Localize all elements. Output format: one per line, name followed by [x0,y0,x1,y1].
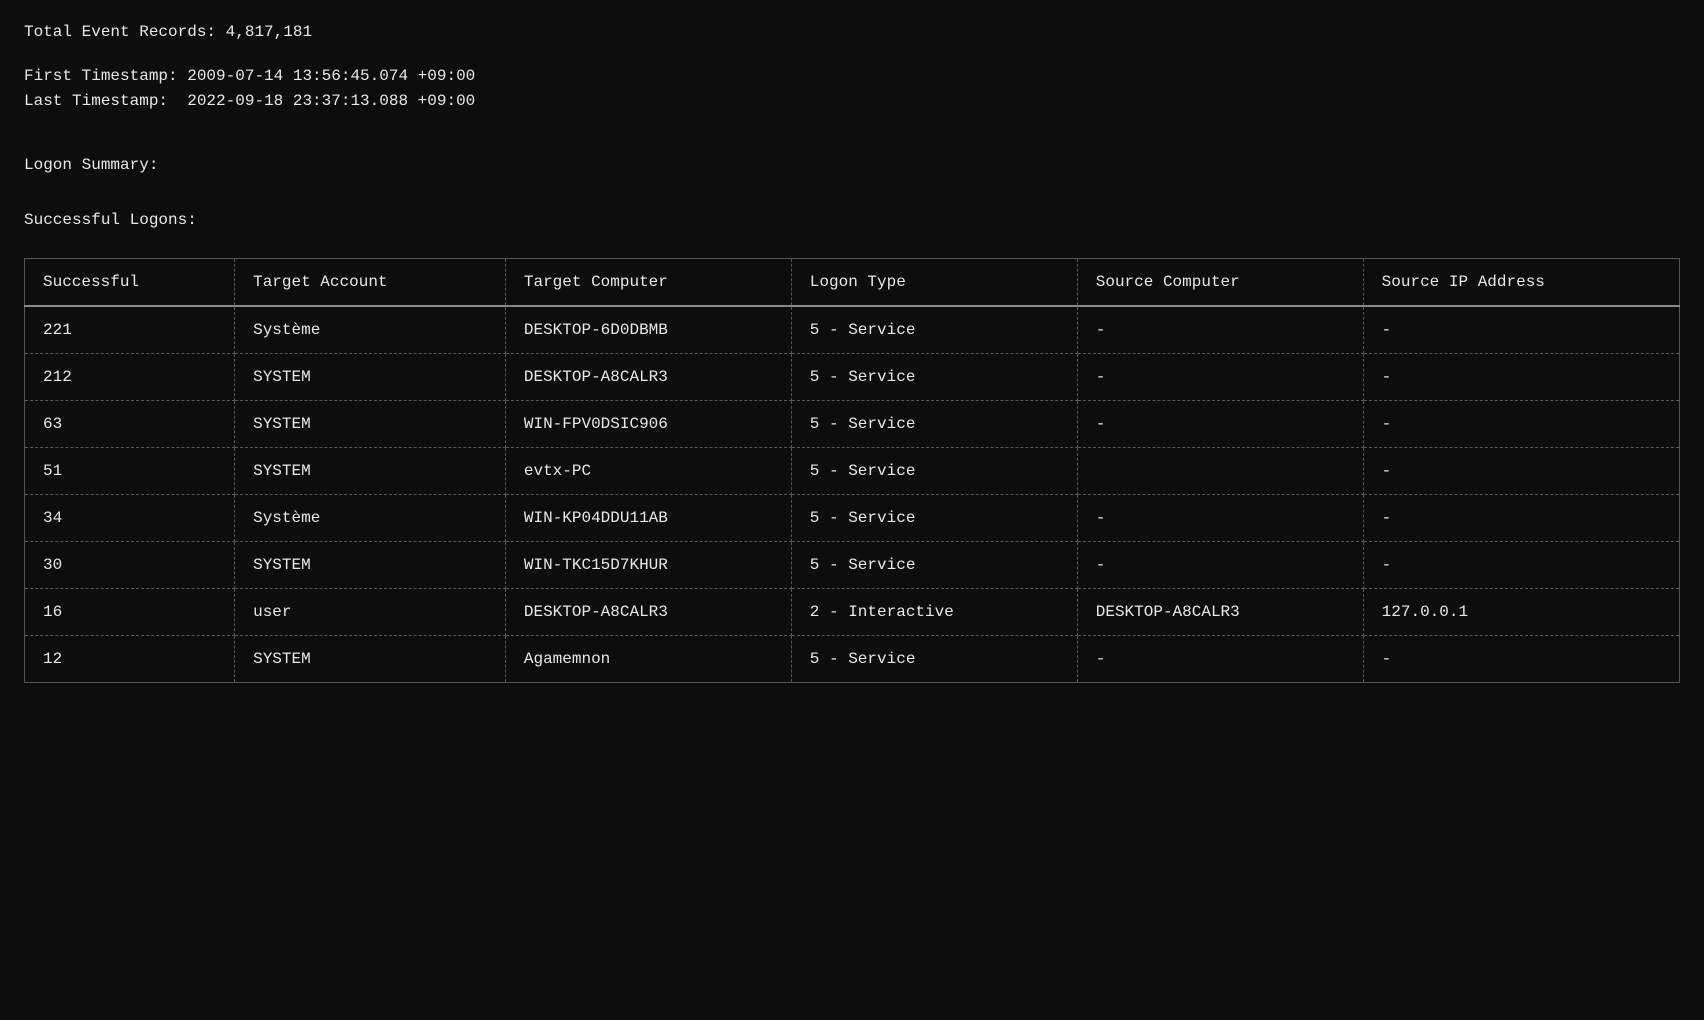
table-row: 16userDESKTOP-A8CALR32 - InteractiveDESK… [25,588,1680,635]
table-cell: - [1363,541,1679,588]
table-header-cell: Source IP Address [1363,258,1679,306]
table-cell: 5 - Service [791,494,1077,541]
table-cell: Système [235,494,506,541]
table-cell: SYSTEM [235,447,506,494]
table-cell: 5 - Service [791,400,1077,447]
table-cell: DESKTOP-A8CALR3 [505,588,791,635]
table-cell: DESKTOP-6D0DBMB [505,306,791,354]
first-timestamp: First Timestamp: 2009-07-14 13:56:45.074… [24,64,1680,90]
table-cell: - [1077,541,1363,588]
last-timestamp: Last Timestamp: 2022-09-18 23:37:13.088 … [24,89,1680,115]
table-cell: - [1363,400,1679,447]
table-cell: - [1363,353,1679,400]
table-header-cell: Successful [25,258,235,306]
table-header-cell: Target Account [235,258,506,306]
table-row: 12SYSTEMAgamemnon5 - Service-- [25,635,1680,682]
total-records: Total Event Records: 4,817,181 [24,20,1680,46]
table-cell: - [1363,306,1679,354]
table-cell: 51 [25,447,235,494]
table-cell: - [1077,306,1363,354]
table-cell: 5 - Service [791,635,1077,682]
table-row: 212SYSTEMDESKTOP-A8CALR35 - Service-- [25,353,1680,400]
table-cell [1077,447,1363,494]
table-cell: - [1077,400,1363,447]
table-header-row: SuccessfulTarget AccountTarget ComputerL… [25,258,1680,306]
table-cell: DESKTOP-A8CALR3 [1077,588,1363,635]
table-header-cell: Logon Type [791,258,1077,306]
logon-summary-label: Logon Summary: [24,153,1680,179]
logons-table: SuccessfulTarget AccountTarget ComputerL… [24,258,1680,683]
table-row: 30SYSTEMWIN-TKC15D7KHUR5 - Service-- [25,541,1680,588]
table-cell: 30 [25,541,235,588]
table-cell: WIN-TKC15D7KHUR [505,541,791,588]
table-cell: 2 - Interactive [791,588,1077,635]
summary-section: Total Event Records: 4,817,181 First Tim… [24,20,1680,234]
table-row: 51SYSTEMevtx-PC5 - Service - [25,447,1680,494]
table-cell: SYSTEM [235,635,506,682]
table-cell: WIN-KP04DDU11AB [505,494,791,541]
table-cell: 5 - Service [791,541,1077,588]
table-body: 221SystèmeDESKTOP-6D0DBMB5 - Service--21… [25,306,1680,683]
table-cell: - [1363,635,1679,682]
table-cell: evtx-PC [505,447,791,494]
table-cell: - [1363,494,1679,541]
table-header-cell: Source Computer [1077,258,1363,306]
table-cell: user [235,588,506,635]
table-cell: 5 - Service [791,306,1077,354]
table-cell: Système [235,306,506,354]
table-cell: SYSTEM [235,541,506,588]
table-cell: 221 [25,306,235,354]
table-cell: 127.0.0.1 [1363,588,1679,635]
table-cell: 212 [25,353,235,400]
table-cell: SYSTEM [235,400,506,447]
table-cell: 5 - Service [791,353,1077,400]
table-row: 34SystèmeWIN-KP04DDU11AB5 - Service-- [25,494,1680,541]
table-cell: SYSTEM [235,353,506,400]
table-cell: - [1077,494,1363,541]
table-row: 221SystèmeDESKTOP-6D0DBMB5 - Service-- [25,306,1680,354]
table-header-cell: Target Computer [505,258,791,306]
table-cell: 63 [25,400,235,447]
table-cell: 5 - Service [791,447,1077,494]
table-cell: Agamemnon [505,635,791,682]
table-cell: 12 [25,635,235,682]
table-row: 63SYSTEMWIN-FPV0DSIC9065 - Service-- [25,400,1680,447]
table-cell: DESKTOP-A8CALR3 [505,353,791,400]
table-cell: - [1077,353,1363,400]
successful-logons-label: Successful Logons: [24,208,1680,234]
table-cell: 16 [25,588,235,635]
table-cell: 34 [25,494,235,541]
table-cell: - [1077,635,1363,682]
table-cell: WIN-FPV0DSIC906 [505,400,791,447]
table-cell: - [1363,447,1679,494]
